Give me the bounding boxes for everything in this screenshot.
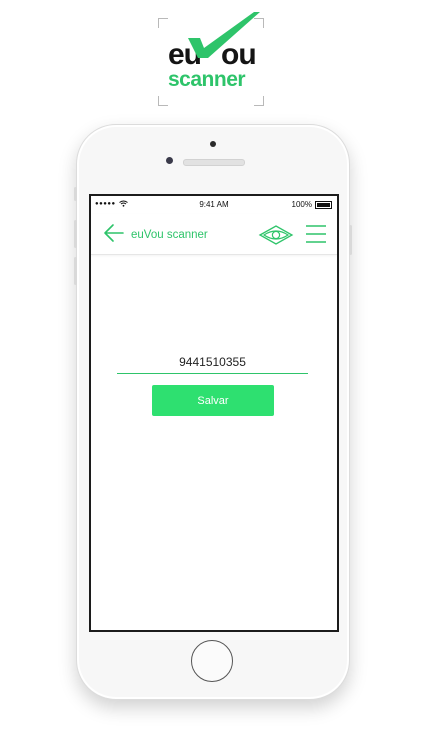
app-bar-title: euVou scanner bbox=[131, 229, 208, 241]
phone-sensor bbox=[210, 141, 216, 147]
phone-side-button bbox=[349, 225, 352, 255]
checkmark-icon bbox=[188, 12, 260, 58]
code-field-container bbox=[117, 353, 308, 374]
phone-side-button bbox=[74, 257, 77, 285]
menu-icon[interactable] bbox=[305, 223, 327, 245]
logo-text-scanner: scanner bbox=[168, 68, 246, 91]
save-button[interactable]: Salvar bbox=[152, 385, 274, 416]
phone-screen: ●●●●● 9:41 AM 100% euVou scanner 9441510… bbox=[89, 194, 339, 632]
app-bar: euVou scanner bbox=[91, 214, 337, 255]
code-input[interactable] bbox=[117, 355, 308, 374]
phone-side-button bbox=[74, 187, 77, 201]
eye-icon[interactable] bbox=[258, 224, 294, 246]
back-arrow-icon[interactable] bbox=[103, 223, 125, 243]
frame-corner bbox=[158, 96, 168, 106]
battery-indicator: 100% bbox=[292, 200, 332, 209]
battery-icon bbox=[315, 200, 332, 209]
frame-corner bbox=[158, 18, 168, 28]
battery-percent: 100% bbox=[291, 200, 312, 209]
phone-side-button bbox=[74, 220, 77, 248]
phone-frame: ●●●●● 9:41 AM 100% euVou scanner 9441510… bbox=[74, 124, 352, 700]
app-logo: eu ou scanner bbox=[158, 12, 264, 106]
home-button[interactable] bbox=[191, 640, 233, 682]
status-bar: ●●●●● 9:41 AM 100% bbox=[91, 196, 337, 214]
frame-corner bbox=[254, 96, 264, 106]
phone-speaker bbox=[183, 159, 245, 166]
front-camera bbox=[166, 157, 173, 164]
